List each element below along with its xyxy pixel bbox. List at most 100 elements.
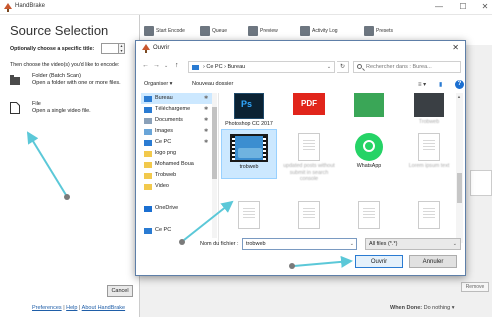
file-item[interactable]: PDF xyxy=(283,93,335,115)
title-spinner[interactable]: ▲ ▼ xyxy=(119,43,125,54)
title-select-label: Optionally choose a specific title: xyxy=(10,46,95,52)
when-done[interactable]: When Done: Do nothing ▾ xyxy=(390,305,455,311)
file-name-input[interactable]: trobweb ⌄ xyxy=(242,238,357,250)
chevron-down-icon[interactable]: ⌄ xyxy=(350,239,354,250)
choose-video-text: Then choose the video(s) you'd like to e… xyxy=(10,62,120,68)
presets-button[interactable]: Presets xyxy=(364,25,393,37)
about-link[interactable]: About HandBrake xyxy=(82,305,125,311)
when-done-label: When Done: xyxy=(390,305,423,311)
maximize-button[interactable]: ☐ xyxy=(456,2,470,11)
nav-item[interactable]: Mohamed Boua xyxy=(141,159,216,170)
folder-batch-option[interactable]: Folder (Batch Scan) Open a folder with o… xyxy=(10,73,138,93)
dialog-cancel-button[interactable]: Annuler xyxy=(409,255,457,268)
preview-icon xyxy=(248,26,258,36)
activity-log-button[interactable]: Activity Log xyxy=(300,25,338,37)
navigation-pane: Bureau ✱ Téléchargeme ✱ Documents ✱ Images ✱ Ce … xyxy=(141,93,216,238)
nav-item[interactable]: Images ✱ xyxy=(141,126,216,137)
open-button[interactable]: Ouvrir xyxy=(355,255,403,268)
panel-title: Source Selection xyxy=(10,23,109,38)
cancel-button[interactable]: Cancel xyxy=(107,285,133,297)
preview-label: Preview xyxy=(260,28,278,34)
file-item[interactable] xyxy=(403,201,455,229)
pin-icon: ✱ xyxy=(204,95,209,101)
file-name: Trobweb xyxy=(418,119,440,125)
preview-pane-icon[interactable]: ▮ xyxy=(439,81,442,88)
when-done-value[interactable]: Do nothing ▾ xyxy=(424,305,455,311)
nav-item[interactable]: Video xyxy=(141,181,216,192)
handbrake-logo-icon xyxy=(142,44,150,53)
nav-item[interactable]: Documents ✱ xyxy=(141,115,216,126)
file-name-label: Nom du fichier : xyxy=(200,241,239,247)
file-item[interactable] xyxy=(283,201,335,229)
pin-icon: ✱ xyxy=(204,128,209,134)
nav-item[interactable]: Trobweb xyxy=(141,170,216,181)
file-type-select[interactable]: All files (*.*) ⌄ xyxy=(365,238,461,250)
file-item[interactable]: updated posts without submit in search c… xyxy=(283,133,335,183)
file-item[interactable]: Ps Photoshop CC 2017 xyxy=(223,93,275,128)
folder-icon xyxy=(144,184,152,190)
view-options-icon[interactable]: ≡ ▾ xyxy=(418,81,426,88)
recent-locations-button[interactable]: ⌄ xyxy=(164,63,168,69)
images-folder-icon xyxy=(144,129,152,135)
address-dropdown-button[interactable]: ⌄ xyxy=(323,61,335,73)
preview-button[interactable]: Preview xyxy=(248,25,278,37)
start-encode-button[interactable]: Start Encode xyxy=(144,25,185,37)
nav-item[interactable]: logo png xyxy=(141,148,216,159)
file-item[interactable] xyxy=(343,93,395,117)
minimize-button[interactable]: — xyxy=(432,2,446,11)
document-icon xyxy=(418,133,440,161)
file-item[interactable]: WhatsApp xyxy=(343,133,395,170)
file-item[interactable] xyxy=(343,201,395,229)
file-list: Ps Photoshop CC 2017 PDF Trobweb trobweb… xyxy=(221,93,456,243)
file-name: updated posts without submit in search c… xyxy=(283,163,335,182)
file-name-value: trobweb xyxy=(246,241,266,247)
file-list-scroll-thumb[interactable] xyxy=(457,173,462,203)
search-input[interactable]: Rechercher dans : Burea... xyxy=(353,61,461,73)
help-link[interactable]: Help xyxy=(66,305,77,311)
queue-button[interactable]: Queue xyxy=(200,25,227,37)
file-type-value: All files (*.*) xyxy=(369,241,398,247)
address-bar-row: ← → ⌄ ↑ › Ce PC › Bureau ⌄ ↻ Rechercher … xyxy=(136,56,465,78)
document-icon xyxy=(418,201,440,229)
file-item-selected[interactable]: trobweb xyxy=(221,129,277,179)
nav-item[interactable]: Ce PC ✱ xyxy=(141,137,216,148)
address-path-text: › Ce PC › Bureau xyxy=(203,64,246,70)
side-field[interactable] xyxy=(470,170,492,196)
nav-item-label: Mohamed Boua xyxy=(155,161,194,167)
navigation-scrollbar[interactable] xyxy=(212,93,217,238)
dialog-titlebar: Ouvrir ✕ xyxy=(136,41,465,56)
address-path[interactable]: › Ce PC › Bureau xyxy=(188,61,335,73)
file-item[interactable]: Lorem ipsum text xyxy=(403,133,455,170)
preferences-link[interactable]: Preferences xyxy=(32,305,62,311)
file-item[interactable] xyxy=(223,201,275,229)
nav-item[interactable]: OneDrive xyxy=(141,203,216,214)
help-icon[interactable]: ? xyxy=(455,80,464,89)
scroll-up-icon: ▲ xyxy=(457,94,461,99)
chevron-down-icon: ⌄ xyxy=(452,241,457,247)
close-button[interactable]: ✕ xyxy=(478,2,492,11)
computer-icon xyxy=(192,65,199,70)
nav-item[interactable]: Téléchargeme ✱ xyxy=(141,104,216,115)
pane-divider xyxy=(218,93,219,243)
nav-item[interactable]: Ce PC xyxy=(141,225,216,236)
nav-item[interactable]: Bureau ✱ xyxy=(141,93,216,104)
up-button[interactable]: ↑ xyxy=(175,62,179,69)
organize-button[interactable]: Organiser ▾ xyxy=(144,81,172,87)
link-separator: | xyxy=(79,305,81,311)
new-folder-button[interactable]: Nouveau dossier xyxy=(192,81,233,87)
navigation-scroll-thumb[interactable] xyxy=(212,107,217,179)
folder-icon xyxy=(144,162,152,168)
file-icon xyxy=(10,102,20,114)
forward-button[interactable]: → xyxy=(153,62,160,69)
whatsapp-icon xyxy=(355,133,383,161)
computer-icon xyxy=(144,140,152,146)
refresh-button[interactable]: ↻ xyxy=(337,61,349,73)
dialog-close-button[interactable]: ✕ xyxy=(452,43,459,52)
file-item[interactable]: Trobweb xyxy=(403,93,455,126)
back-button[interactable]: ← xyxy=(142,62,149,69)
file-list-scrollbar[interactable]: ▲▼ xyxy=(456,93,463,243)
title-number-input[interactable] xyxy=(101,43,119,54)
single-file-option[interactable]: File Open a single video file. xyxy=(10,101,138,121)
remove-button[interactable]: Remove xyxy=(461,282,489,292)
